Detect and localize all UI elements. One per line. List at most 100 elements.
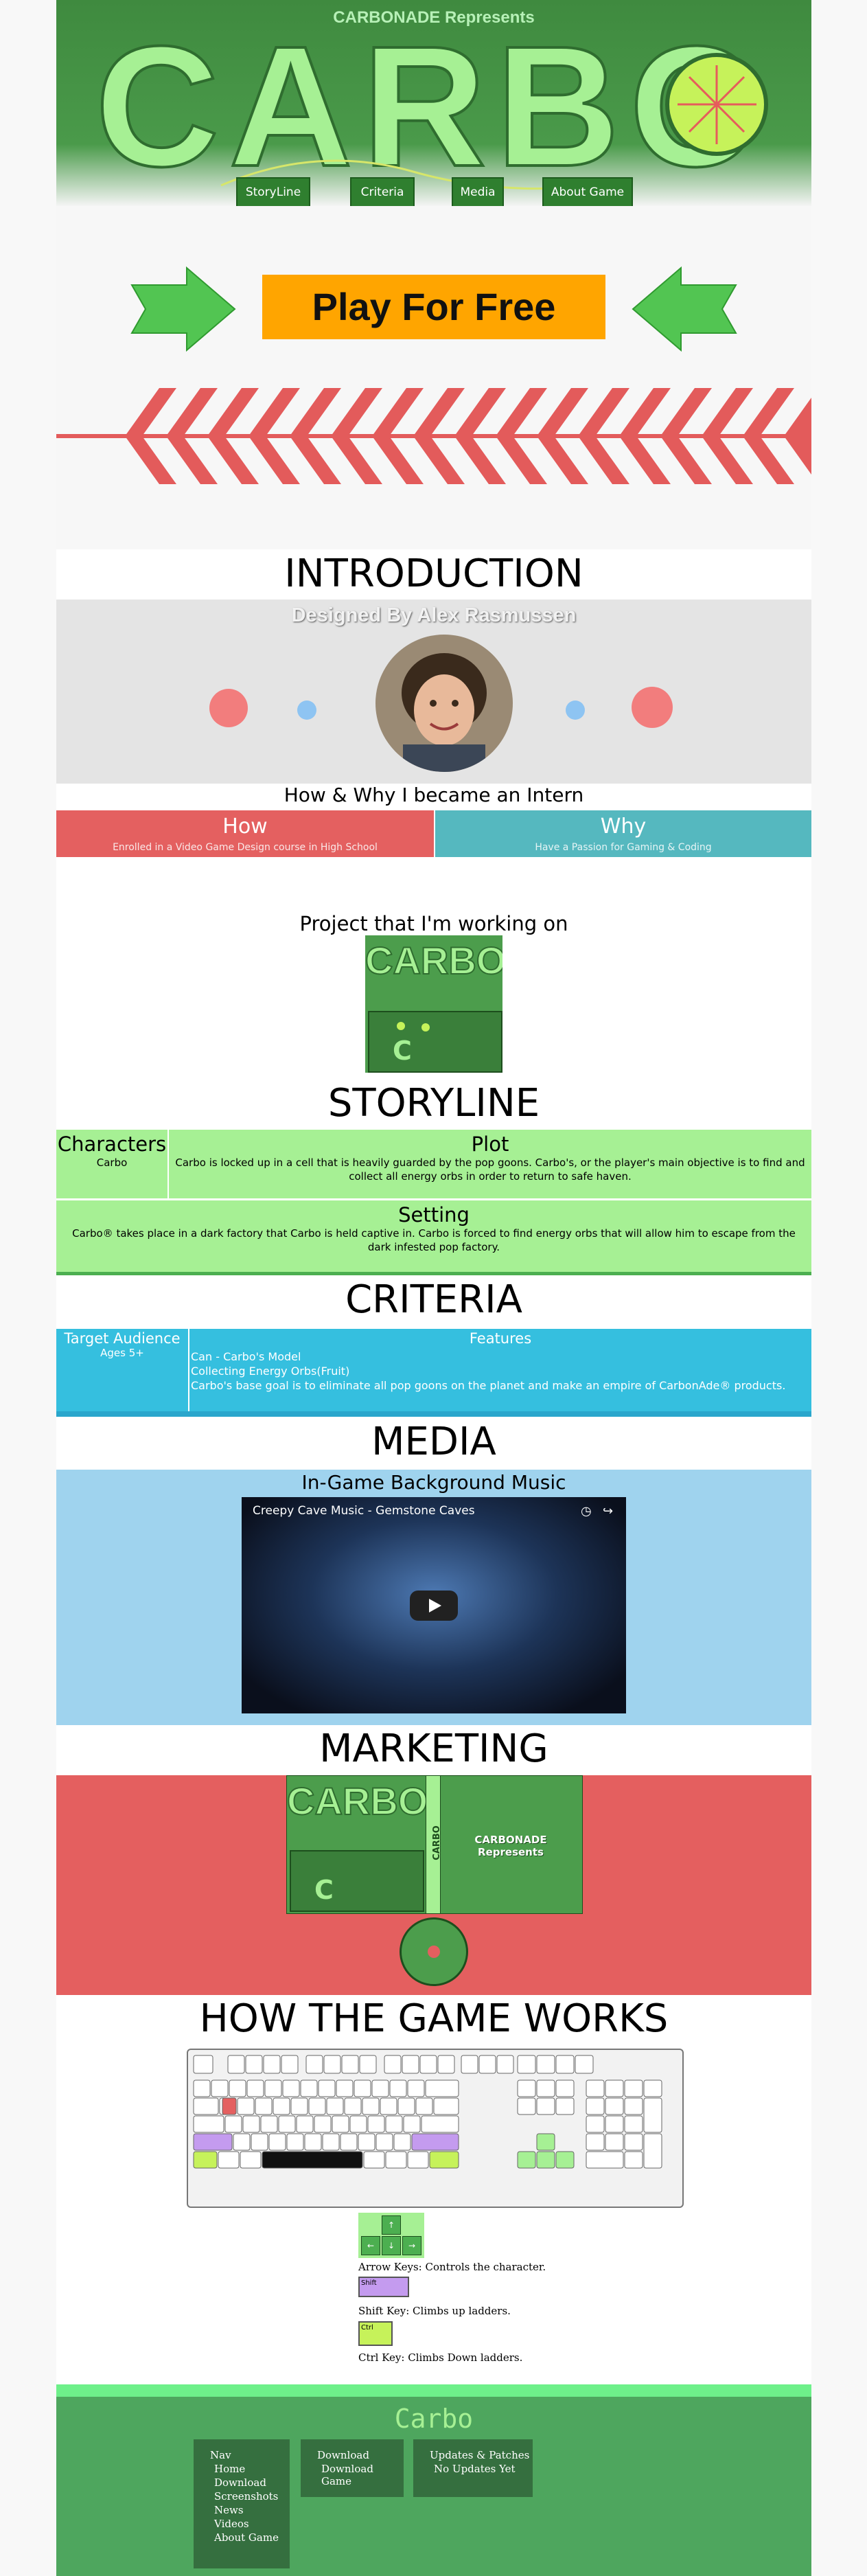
features-card: Features Can - Carbo's Model Collecting … [189, 1329, 811, 1411]
how-why-heading: How & Why I became an Intern [284, 784, 584, 806]
play-video-button[interactable] [410, 1591, 458, 1621]
legend-arrow-keys: Arrow Keys: Controls the character. [358, 2261, 546, 2273]
footer-updates-title: Updates & Patches [430, 2449, 530, 2461]
up-arrow-key: ↑ [382, 2215, 401, 2235]
plot-text: Carbo is locked up in a cell that is hea… [175, 1156, 805, 1183]
how-text: Enrolled in a Video Game Design course i… [113, 842, 378, 853]
footer-accent-bar [56, 2384, 811, 2397]
footer-download-title: Download [317, 2449, 369, 2461]
nav-criteria[interactable]: Criteria [350, 177, 415, 206]
cover-title: CARBO [365, 938, 502, 983]
footer-nav-title: Nav [210, 2449, 231, 2461]
right-arrow-key: → [402, 2236, 421, 2255]
down-arrow-key: ↓ [382, 2236, 401, 2255]
header-decoration-icon [220, 53, 768, 190]
game-heading: HOW THE GAME WORKS [199, 1996, 669, 2041]
media-heading: MEDIA [371, 1420, 496, 1464]
setting-card: Setting Carbo® takes place in a dark fac… [56, 1200, 811, 1272]
footer-link-screenshots[interactable]: Screenshots [214, 2490, 290, 2503]
play-icon [429, 1599, 441, 1612]
designed-by: Designed By Alex Rasmussen [291, 604, 577, 626]
characters-title: Characters [57, 1132, 167, 1156]
red-dot-icon [209, 689, 248, 727]
project-heading: Project that I'm working on [299, 912, 568, 935]
spine-text: CARBO [431, 1825, 442, 1860]
footer-link-news[interactable]: News [214, 2504, 290, 2516]
box-spine: CARBO [426, 1776, 442, 1913]
why-title: Why [600, 814, 647, 839]
legend-shift-key: Shift Key: Climbs up ladders. [358, 2305, 511, 2317]
box-art-image: CARBO C CARBO CARBONADE Represents [286, 1775, 583, 1914]
divider [56, 1411, 811, 1417]
how-card: How Enrolled in a Video Game Design cour… [56, 810, 434, 857]
feature-item: Collecting Energy Orbs(Fruit) [191, 1365, 350, 1378]
keyboard-diagram [187, 2049, 684, 2208]
characters-text: Carbo [96, 1156, 128, 1169]
feature-item: Can - Carbo's Model [191, 1350, 301, 1363]
footer-link-about-game[interactable]: About Game [214, 2531, 290, 2544]
features-title: Features [469, 1330, 532, 1347]
orb-icon [397, 1022, 405, 1030]
game-disc-icon [400, 1917, 468, 1986]
cover-letter: C [393, 1036, 412, 1066]
nav-about-game[interactable]: About Game [542, 177, 633, 206]
intro-heading: INTRODUCTION [284, 551, 583, 596]
footer-link-videos[interactable]: Videos [214, 2518, 290, 2530]
video-player[interactable]: Creepy Cave Music - Gemstone Caves ◷ ↪ [242, 1497, 626, 1713]
why-text: Have a Passion for Gaming & Coding [535, 842, 712, 853]
audience-card: Target Audience Ages 5+ [56, 1329, 188, 1411]
footer-updates-text: No Updates Yet [434, 2463, 516, 2475]
plot-card: Plot Carbo is locked up in a cell that i… [169, 1130, 811, 1198]
footer-nav-box: Nav Home Download Screenshots News Video… [194, 2439, 290, 2568]
footer-link-home[interactable]: Home [214, 2463, 290, 2475]
setting-text: Carbo® takes place in a dark factory tha… [72, 1227, 796, 1253]
box-front: CARBO C [286, 1776, 428, 1913]
box-back-text: CARBONADE Represents [474, 1834, 547, 1858]
footer-title: Carbo [394, 2404, 474, 2434]
keyboard-keys-icon [193, 2055, 662, 2169]
footer-link-download-game[interactable]: Download Game [321, 2463, 404, 2487]
marketing-heading: MARKETING [319, 1726, 548, 1771]
box-title: CARBO [286, 1779, 428, 1823]
shift-key-image: Shift [358, 2277, 409, 2297]
site-footer: Carbo Nav Home Download Screenshots News… [56, 2397, 811, 2576]
footer-link-download[interactable]: Download [214, 2476, 290, 2489]
media-subheading: In-Game Background Music [301, 1471, 566, 1494]
why-card: Why Have a Passion for Gaming & Coding [435, 810, 811, 857]
share-icon[interactable]: ↪ [603, 1504, 613, 1518]
watch-later-icon[interactable]: ◷ [581, 1504, 592, 1518]
blue-dot-icon [297, 700, 316, 720]
arrow-keys-image: ↑ ← ↓ → [358, 2213, 424, 2258]
how-title: How [222, 814, 268, 839]
footer-download-box: Download Download Game [301, 2439, 404, 2497]
game-cover-image: CARBO C [365, 935, 502, 1073]
legend-ctrl-key: Ctrl Key: Climbs Down ladders. [358, 2351, 523, 2364]
criteria-heading: CRITERIA [345, 1277, 522, 1322]
portrait-icon [375, 635, 513, 772]
blue-dot-icon [566, 700, 585, 720]
ctrl-key-image: Ctrl [358, 2321, 393, 2346]
arrows-decoration-icon [56, 266, 811, 484]
red-dot-icon [632, 687, 673, 728]
divider [56, 1272, 811, 1275]
characters-card: Characters Carbo [56, 1130, 167, 1198]
cover-scene: C [368, 1011, 502, 1073]
site-header: CARBONADE Represents CARBO StoryLine Cri… [56, 0, 811, 206]
audience-text: Ages 5+ [100, 1347, 144, 1359]
feature-item: Carbo's base goal is to eliminate all po… [191, 1379, 786, 1392]
play-for-free-button[interactable]: Play For Free [262, 275, 605, 339]
setting-title: Setting [398, 1203, 470, 1227]
box-scene: C [290, 1850, 424, 1912]
box-letter: C [314, 1875, 334, 1905]
nav-storyline[interactable]: StoryLine [236, 177, 310, 206]
page: CARBONADE Represents CARBO StoryLine Cri… [56, 0, 811, 2576]
audience-title: Target Audience [64, 1330, 181, 1347]
storyline-heading: STORYLINE [327, 1081, 540, 1126]
left-arrow-key: ← [361, 2236, 380, 2255]
nav-media[interactable]: Media [452, 177, 504, 206]
disc-center-icon [428, 1946, 440, 1958]
plot-title: Plot [471, 1132, 509, 1156]
orb-icon [421, 1023, 430, 1031]
video-title: Creepy Cave Music - Gemstone Caves [253, 1504, 475, 1518]
avatar [375, 635, 513, 772]
